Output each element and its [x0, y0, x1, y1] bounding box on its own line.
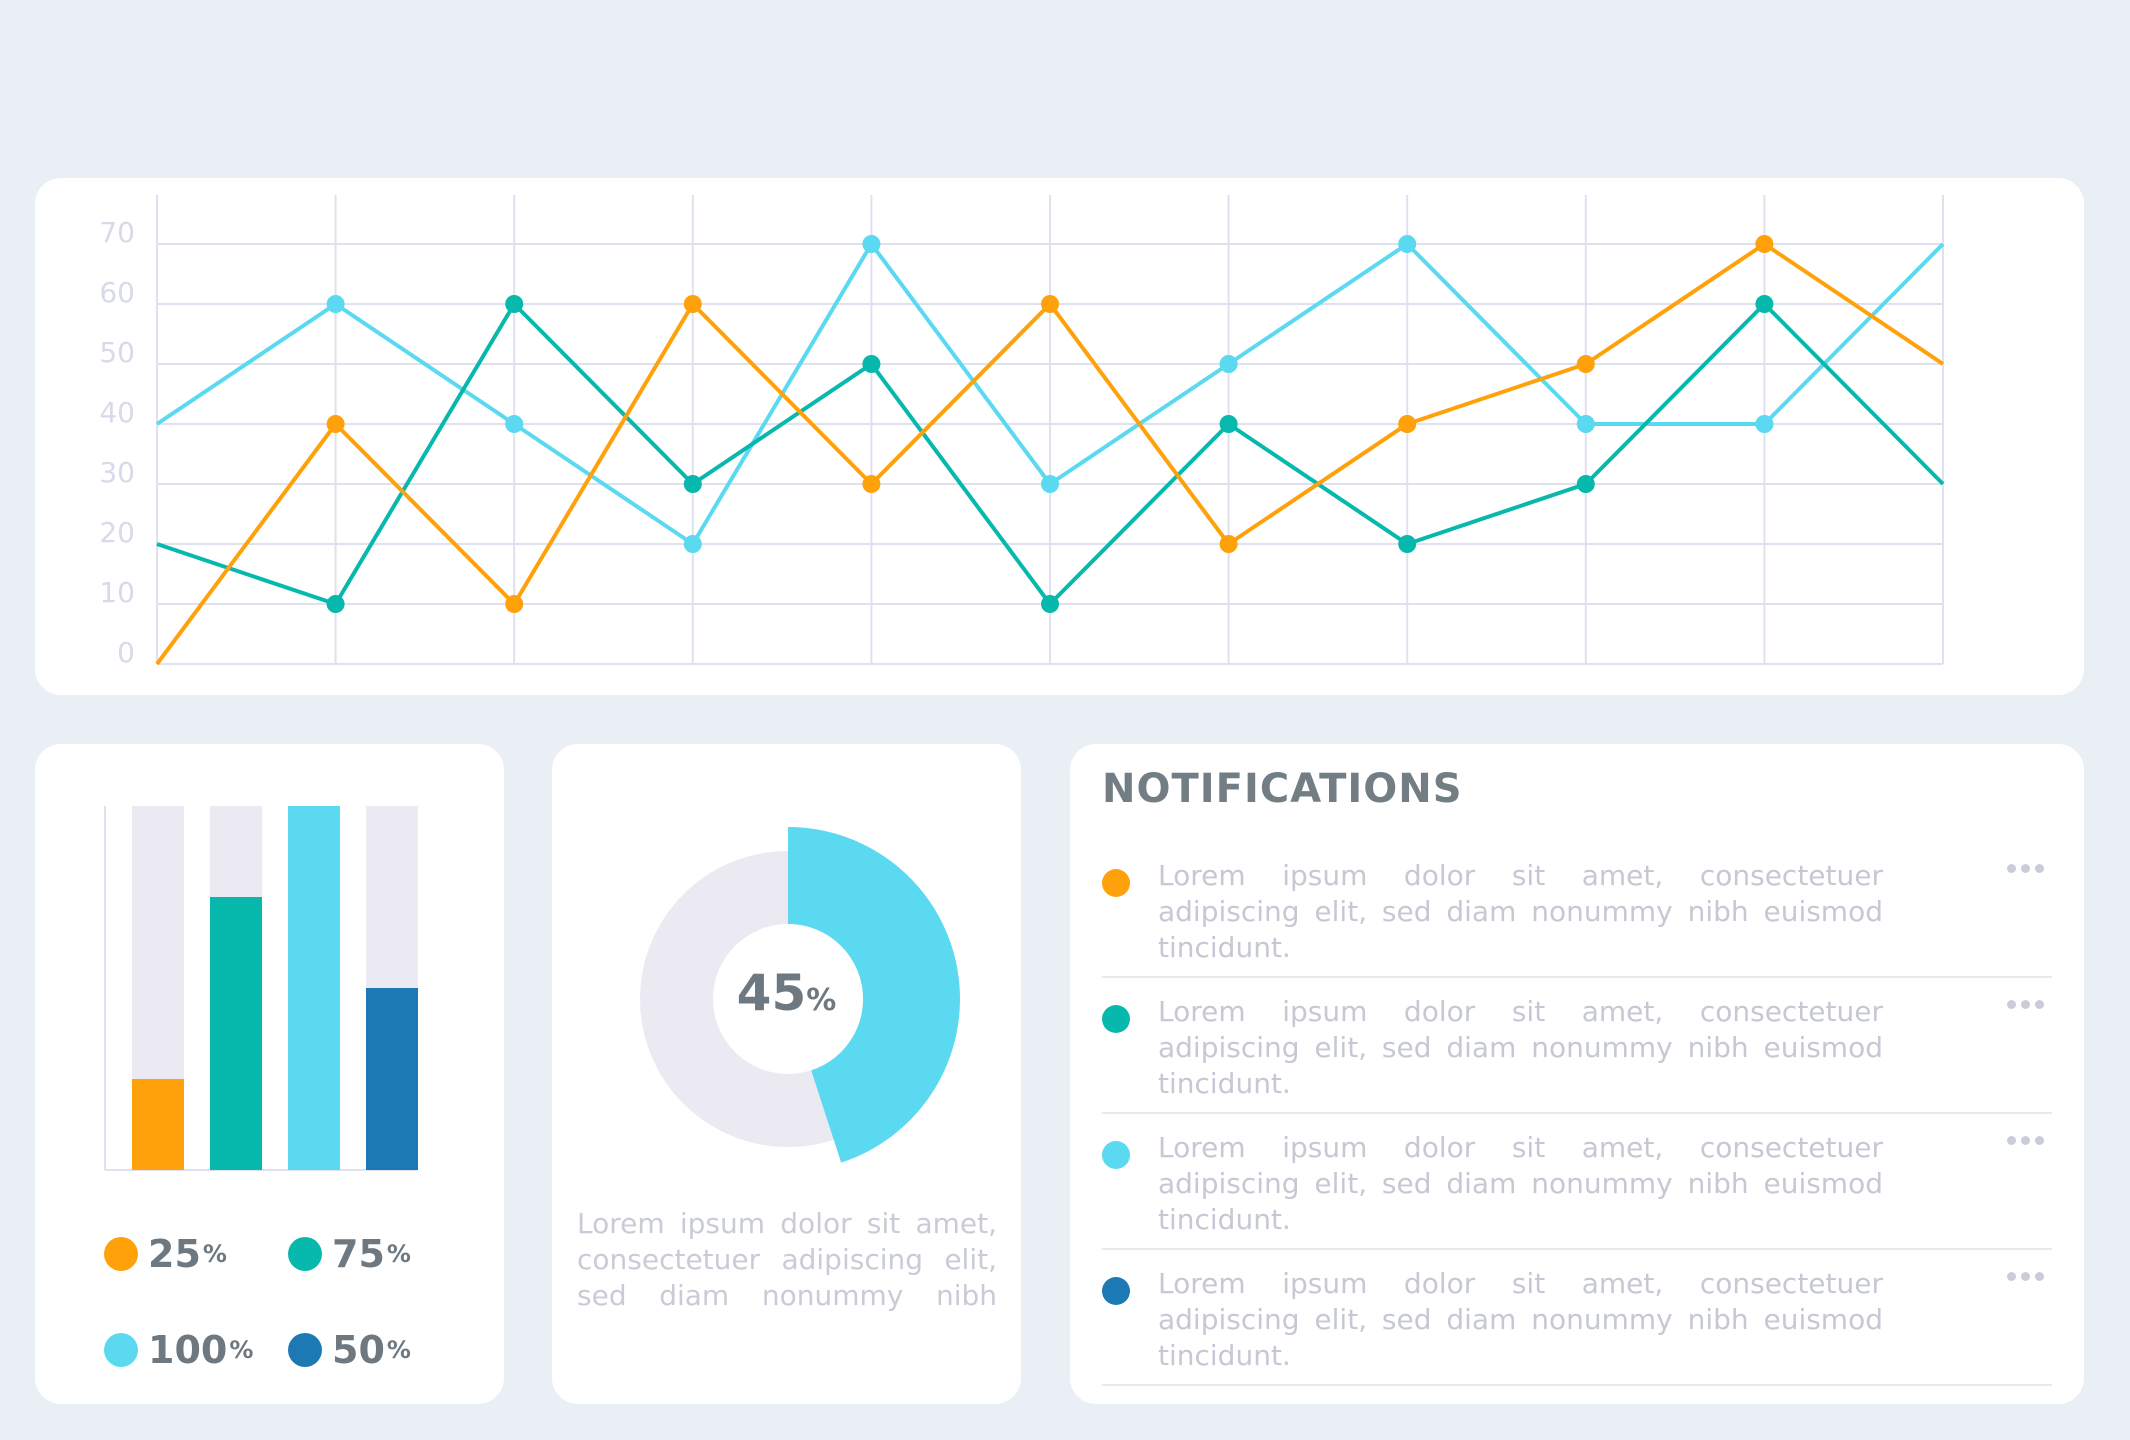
legend-dot-orange: [104, 1237, 138, 1271]
data-point: [1576, 355, 1595, 373]
notification-dot-blue: [1102, 1277, 1130, 1305]
notification-item[interactable]: Lorem ipsum dolor sit amet, consectetuer…: [1102, 976, 2052, 1114]
legend-dot-sky: [104, 1333, 138, 1367]
legend-value: 25: [148, 1232, 201, 1276]
notification-dot-orange: [1102, 869, 1130, 897]
notification-item[interactable]: Lorem ipsum dolor sit amet, consectetuer…: [1102, 1248, 2052, 1386]
y-tick-label: 40: [99, 396, 135, 429]
data-point: [326, 295, 345, 313]
bar-chart: [104, 806, 418, 1171]
notifications-card: NOTIFICATIONS Lorem ipsum dolor sit amet…: [1070, 744, 2084, 1404]
legend-unit: %: [386, 1336, 411, 1364]
y-tick-label: 50: [99, 336, 135, 369]
data-point: [1398, 535, 1417, 553]
bar: [366, 988, 418, 1170]
legend-dot-teal: [288, 1237, 322, 1271]
donut-value: 45: [736, 964, 807, 1022]
notification-text: Lorem ipsum dolor sit amet, consectetuer…: [1158, 1131, 1883, 1236]
data-point: [326, 415, 345, 433]
y-tick-label: 30: [99, 456, 135, 489]
data-point: [505, 415, 524, 433]
bar: [288, 806, 340, 1170]
y-tick-label: 10: [99, 576, 135, 609]
legend-item-sky: 100%: [104, 1328, 253, 1372]
bar-chart-card: 25% 75% 100% 50%: [35, 744, 504, 1404]
data-point: [1041, 295, 1059, 313]
data-point: [683, 475, 702, 493]
more-options-icon[interactable]: [2007, 1000, 2044, 1009]
donut-center-label: 45%: [552, 964, 1021, 1022]
donut-caption: Lorem ipsum dolor sit amet, consectetuer…: [577, 1207, 997, 1312]
y-tick-label: 0: [117, 636, 135, 669]
line-chart-card: 70 60 50 40 30 20 10 0: [35, 178, 2084, 695]
legend-unit: %: [202, 1240, 227, 1268]
data-point: [1219, 415, 1238, 433]
more-options-icon[interactable]: [2007, 1136, 2044, 1145]
notifications-title: NOTIFICATIONS: [1102, 766, 1463, 812]
more-options-icon[interactable]: [2007, 864, 2044, 873]
legend-unit: %: [386, 1240, 411, 1268]
data-point: [683, 295, 702, 313]
line-chart: 70 60 50 40 30 20 10 0: [99, 195, 1945, 669]
data-point: [1576, 415, 1595, 433]
notification-item[interactable]: Lorem ipsum dolor sit amet, consectetuer…: [1102, 840, 2052, 978]
notification-dot-sky: [1102, 1141, 1130, 1169]
legend-value: 100: [148, 1328, 228, 1372]
legend-value: 75: [332, 1232, 385, 1276]
data-point: [326, 595, 345, 613]
legend-unit: %: [229, 1336, 254, 1364]
y-tick-label: 70: [99, 216, 135, 249]
legend-item-blue: 50%: [288, 1328, 411, 1372]
legend-item-orange: 25%: [104, 1232, 227, 1276]
data-point: [1755, 415, 1774, 433]
donut-chart-card: 45% Lorem ipsum dolor sit amet, consecte…: [552, 744, 1021, 1404]
data-point: [1041, 595, 1059, 613]
data-point: [1398, 415, 1417, 433]
data-point: [1398, 235, 1417, 253]
data-point: [1041, 475, 1059, 493]
y-tick-label: 60: [99, 276, 135, 309]
bar: [210, 897, 262, 1170]
donut-chart: [640, 827, 960, 1163]
data-point: [1755, 235, 1774, 253]
y-tick-label: 20: [99, 516, 135, 549]
more-options-icon[interactable]: [2007, 1272, 2044, 1281]
data-point: [1576, 475, 1595, 493]
legend-value: 50: [332, 1328, 385, 1372]
data-point: [1755, 295, 1774, 313]
data-point: [683, 535, 702, 553]
data-point: [505, 595, 524, 613]
data-point: [1219, 535, 1238, 553]
data-point: [1219, 355, 1238, 373]
data-point: [505, 295, 524, 313]
legend-item-teal: 75%: [288, 1232, 411, 1276]
notification-text: Lorem ipsum dolor sit amet, consectetuer…: [1158, 1267, 1883, 1372]
notification-item[interactable]: Lorem ipsum dolor sit amet, consectetuer…: [1102, 1112, 2052, 1250]
notification-dot-teal: [1102, 1005, 1130, 1033]
bar: [132, 1079, 184, 1170]
donut-unit: %: [806, 983, 837, 1018]
data-point: [862, 355, 881, 373]
notification-text: Lorem ipsum dolor sit amet, consectetuer…: [1158, 859, 1883, 964]
notification-text: Lorem ipsum dolor sit amet, consectetuer…: [1158, 995, 1883, 1100]
data-point: [862, 235, 881, 253]
legend-dot-blue: [288, 1333, 322, 1367]
data-point: [862, 475, 881, 493]
